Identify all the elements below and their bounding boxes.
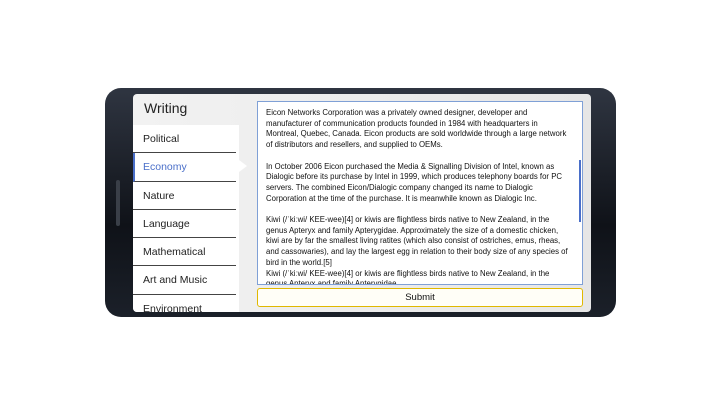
menu-item-art-and-music[interactable]: Art and Music bbox=[133, 266, 236, 295]
menu-item-nature[interactable]: Nature bbox=[133, 182, 236, 210]
menu-item-mathematical[interactable]: Mathematical bbox=[133, 238, 236, 267]
menu-item-environment[interactable]: Environment bbox=[133, 295, 236, 312]
active-item-pointer bbox=[239, 160, 247, 172]
submit-button[interactable]: Submit bbox=[257, 288, 583, 307]
menu-item-language[interactable]: Language bbox=[133, 210, 236, 239]
menu-item-political[interactable]: Political bbox=[133, 125, 236, 154]
paragraph: In October 2006 Eicon purchased the Medi… bbox=[266, 161, 563, 203]
menu-item-economy[interactable]: Economy bbox=[133, 153, 236, 182]
writing-textarea[interactable]: Eicon Networks Corporation was a private… bbox=[257, 101, 583, 285]
category-menu: Political Economy Nature Language Mathem… bbox=[133, 125, 239, 312]
paragraph: Kiwi (/ˈkiːwi/ KEE-wee)[4] or kiwis are … bbox=[266, 268, 550, 285]
paragraph: Eicon Networks Corporation was a private… bbox=[266, 108, 567, 150]
textarea-scrollbar[interactable] bbox=[579, 160, 581, 222]
phone-side-button bbox=[116, 180, 120, 226]
app-screen: Writing Political Economy Nature Languag… bbox=[133, 94, 591, 312]
paragraph: Kiwi (/ˈkiːwi/ KEE-wee)[4] or kiwis are … bbox=[266, 215, 568, 267]
sidebar-title: Writing bbox=[144, 100, 188, 116]
